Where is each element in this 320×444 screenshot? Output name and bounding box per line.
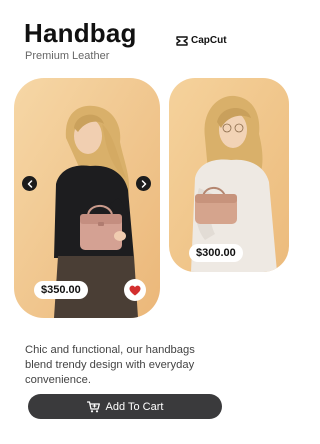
next-button[interactable]: [136, 176, 151, 191]
chevron-right-icon: [141, 179, 146, 188]
favorite-button[interactable]: [124, 279, 146, 301]
brand-name: CapCut: [191, 35, 227, 46]
page-subtitle: Premium Leather: [25, 50, 110, 62]
chevron-left-icon: [27, 179, 32, 188]
cart-icon: [86, 400, 100, 412]
product-card-secondary[interactable]: $300.00: [169, 78, 289, 272]
price-tag: $300.00: [189, 244, 243, 262]
heart-icon: [129, 285, 141, 295]
brand-logo: CapCut: [176, 35, 227, 46]
product-card-main[interactable]: $350.00: [14, 78, 160, 318]
previous-button[interactable]: [22, 176, 37, 191]
product-description: Chic and functional, our handbags blend …: [25, 344, 195, 387]
page-title: Handbag: [24, 18, 137, 48]
add-to-cart-button[interactable]: Add To Cart: [28, 394, 222, 419]
add-to-cart-label: Add To Cart: [105, 400, 164, 413]
price-tag: $350.00: [34, 281, 88, 299]
capcut-logo-icon: [176, 35, 188, 46]
product-photo: [169, 78, 289, 272]
